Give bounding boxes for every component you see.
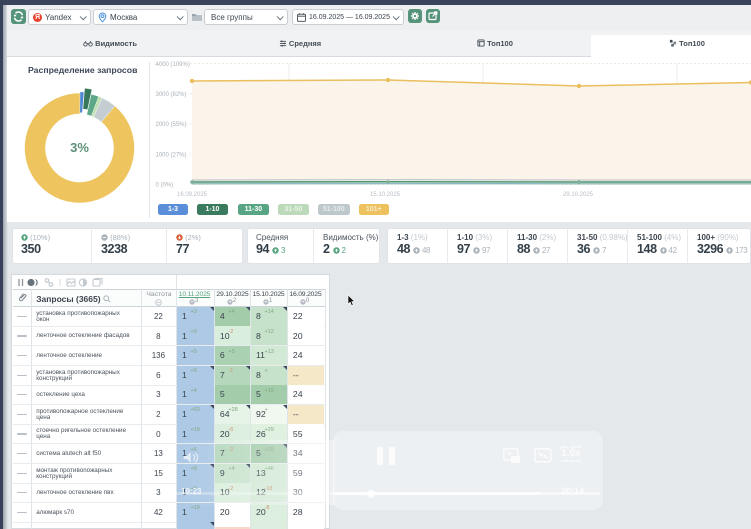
svg-text:0 (0%): 0 (0%): [156, 183, 174, 189]
svg-text:2000 (55%): 2000 (55%): [156, 122, 187, 128]
svg-text:16.09.2025: 16.09.2025: [177, 192, 208, 198]
svg-text:4000 (109%): 4000 (109%): [156, 62, 190, 68]
svg-text:15.10.2025: 15.10.2025: [370, 192, 401, 198]
svg-text:3000 (82%): 3000 (82%): [156, 92, 187, 98]
svg-text:29.10.2025: 29.10.2025: [563, 192, 594, 198]
svg-text:1000 (27%): 1000 (27%): [156, 152, 187, 158]
